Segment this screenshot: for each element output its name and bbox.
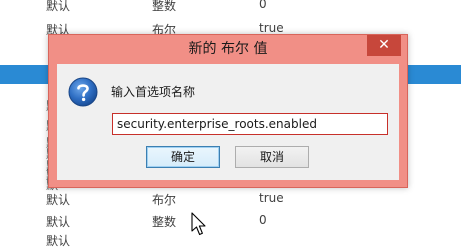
list-row[interactable]: 默认 整数 0: [0, 211, 461, 231]
prompt-label: 输入首选项名称: [111, 85, 196, 99]
ok-button[interactable]: 确定: [146, 146, 220, 168]
row-type: 整数: [152, 215, 177, 229]
row-type: 布尔: [152, 193, 177, 207]
new-boolean-dialog: 新的 布尔 值 ✕ 输入首选项名称 确定 取消: [48, 34, 408, 188]
row-value: true: [259, 191, 284, 205]
question-icon: [68, 77, 98, 107]
mouse-cursor-icon: [191, 212, 206, 236]
close-button[interactable]: ✕: [367, 35, 401, 56]
row-value: true: [259, 21, 284, 35]
dialog-title: 新的 布尔 值: [188, 41, 268, 57]
row-value: 0: [259, 0, 267, 11]
preference-name-input[interactable]: [112, 113, 388, 135]
row-status: 默认: [46, 193, 71, 207]
cancel-button[interactable]: 取消: [235, 146, 309, 168]
row-value: 0: [259, 213, 267, 227]
list-row[interactable]: 默认: [0, 232, 461, 252]
list-row[interactable]: 默认 整数 0: [0, 0, 461, 15]
row-status: 默认: [46, 215, 71, 229]
list-row[interactable]: 默认 布尔 true: [0, 189, 461, 209]
row-status: 默认: [46, 0, 71, 13]
row-type: 整数: [152, 0, 177, 13]
dialog-body: 输入首选项名称 确定 取消: [57, 64, 399, 180]
